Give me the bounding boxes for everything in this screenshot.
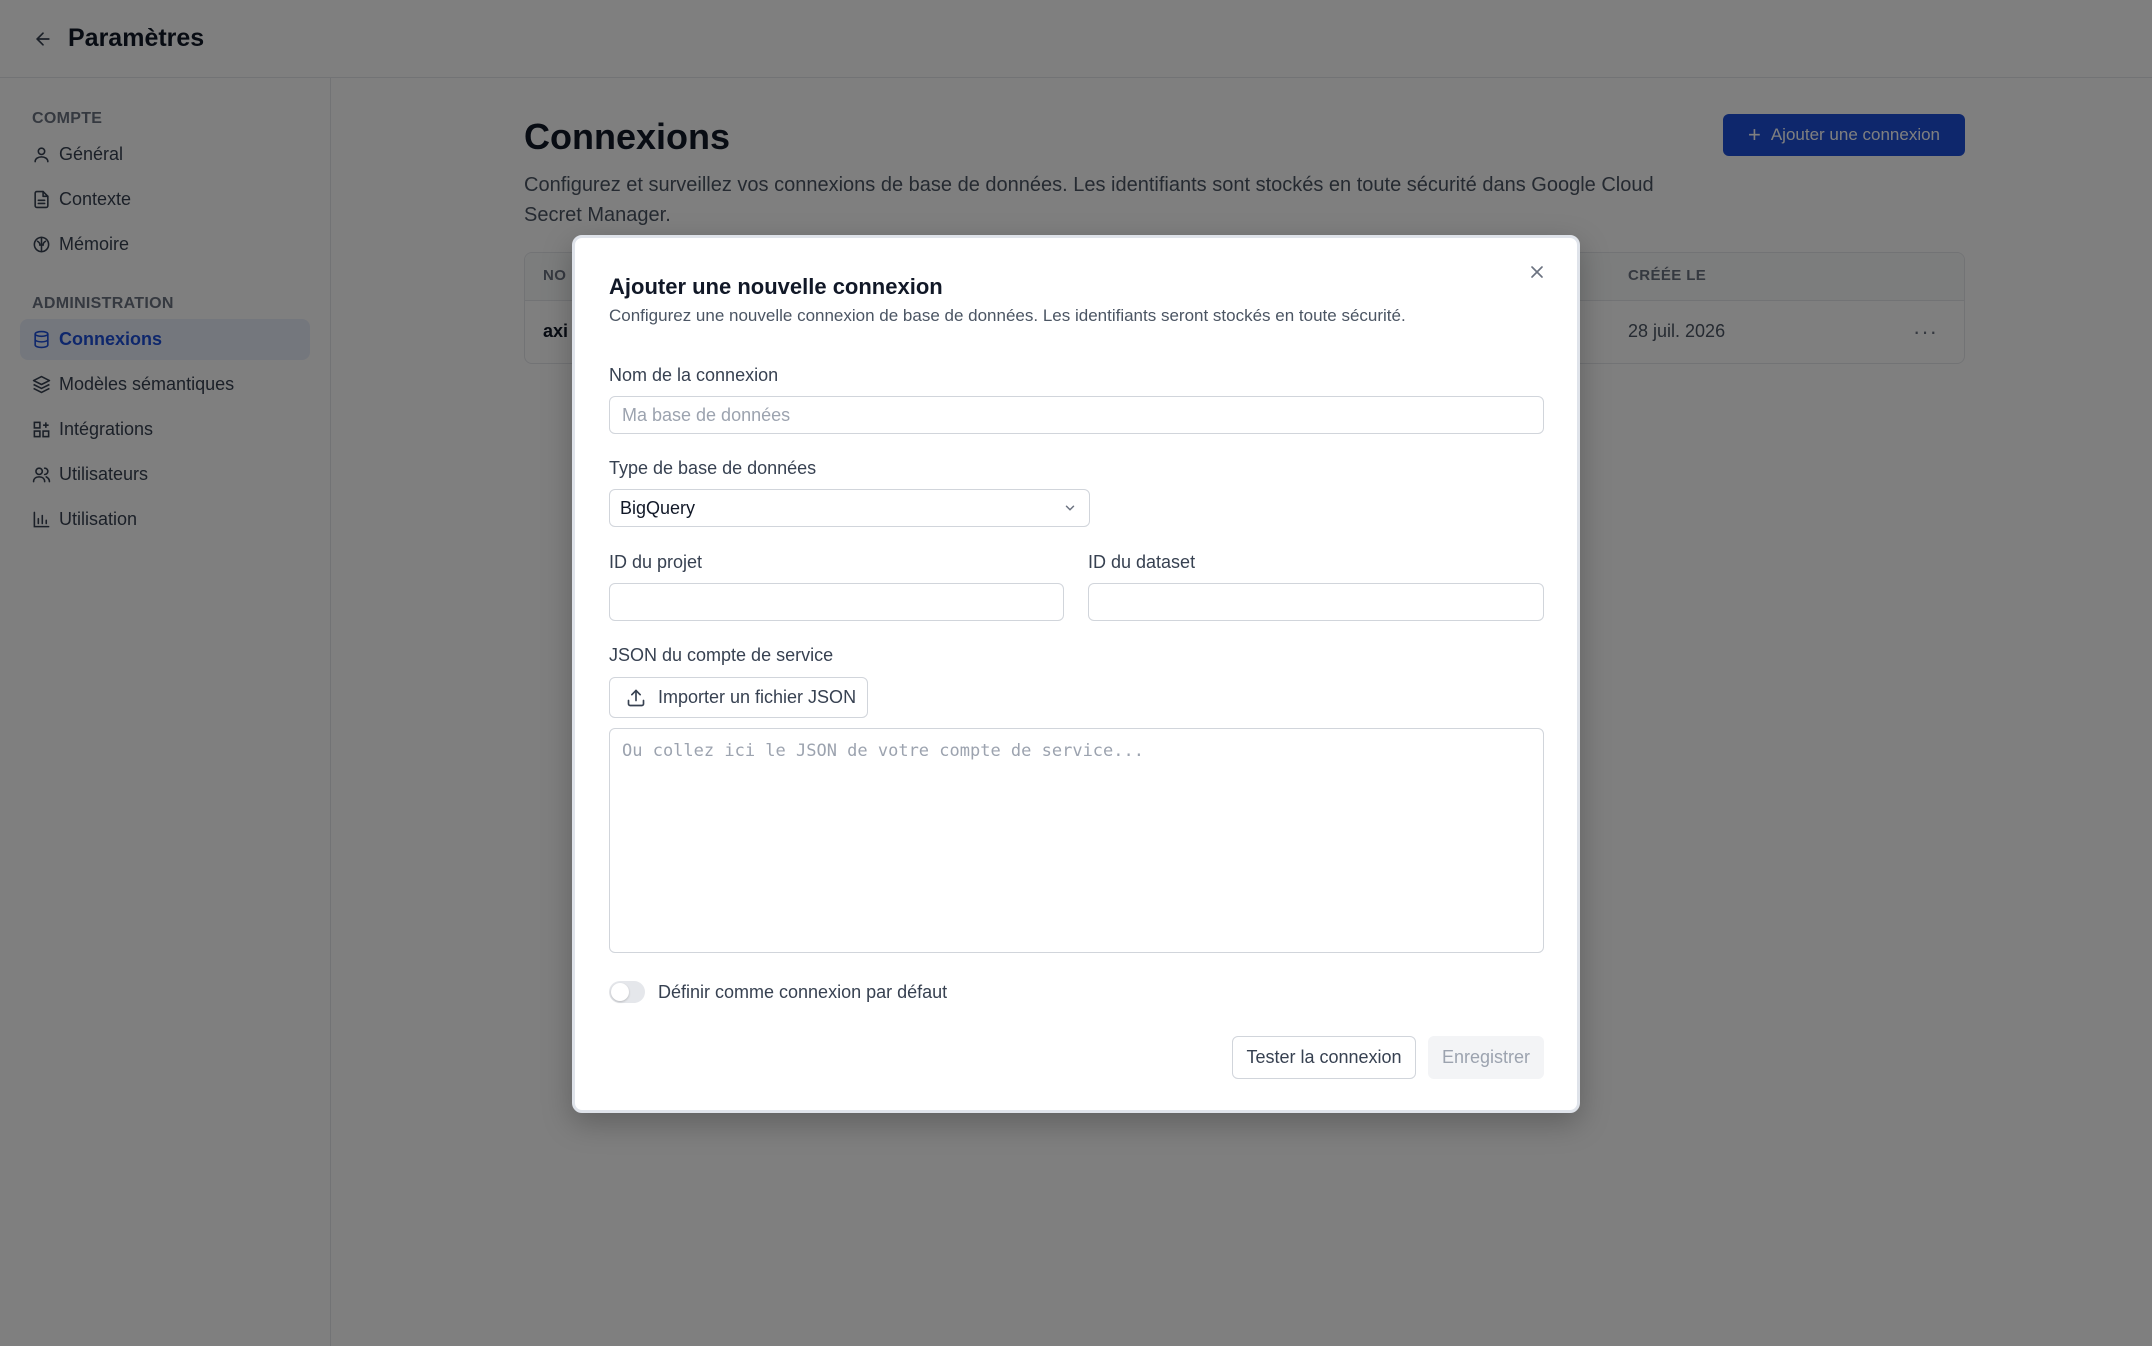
close-icon[interactable] [1523,258,1551,286]
dialog-description: Configurez une nouvelle connexion de bas… [609,306,1406,325]
db-type-value: BigQuery [620,497,696,518]
connection-name-label: Nom de la connexion [609,365,779,385]
project-id-input[interactable] [609,583,1064,621]
test-connection-button[interactable]: Tester la connexion [1232,1036,1416,1079]
service-account-json-label: JSON du compte de service [609,645,834,665]
toggle-knob [611,983,629,1001]
db-type-select[interactable]: BigQuery [609,489,1090,527]
service-account-json-textarea[interactable]: Ou collez ici le JSON de votre compte de… [609,728,1544,953]
save-button[interactable]: Enregistrer [1428,1036,1544,1079]
service-account-json-placeholder: Ou collez ici le JSON de votre compte de… [622,741,1144,761]
import-json-button[interactable]: Importer un fichier JSON [609,677,868,718]
default-connection-label: Définir comme connexion par défaut [658,982,948,1002]
dataset-id-label: ID du dataset [1088,552,1196,572]
connection-name-placeholder: Ma base de données [622,404,791,425]
add-connection-dialog: Ajouter une nouvelle connexion Configure… [572,235,1580,1113]
import-json-label: Importer un fichier JSON [658,687,857,707]
dialog-title: Ajouter une nouvelle connexion [609,274,943,299]
connection-name-input[interactable]: Ma base de données [609,396,1544,434]
dataset-id-input[interactable] [1088,583,1544,621]
default-connection-toggle[interactable] [609,981,645,1003]
db-type-label: Type de base de données [609,458,817,478]
upload-icon [627,689,645,706]
chevron-down-icon [1065,505,1075,511]
project-id-label: ID du projet [609,552,703,572]
